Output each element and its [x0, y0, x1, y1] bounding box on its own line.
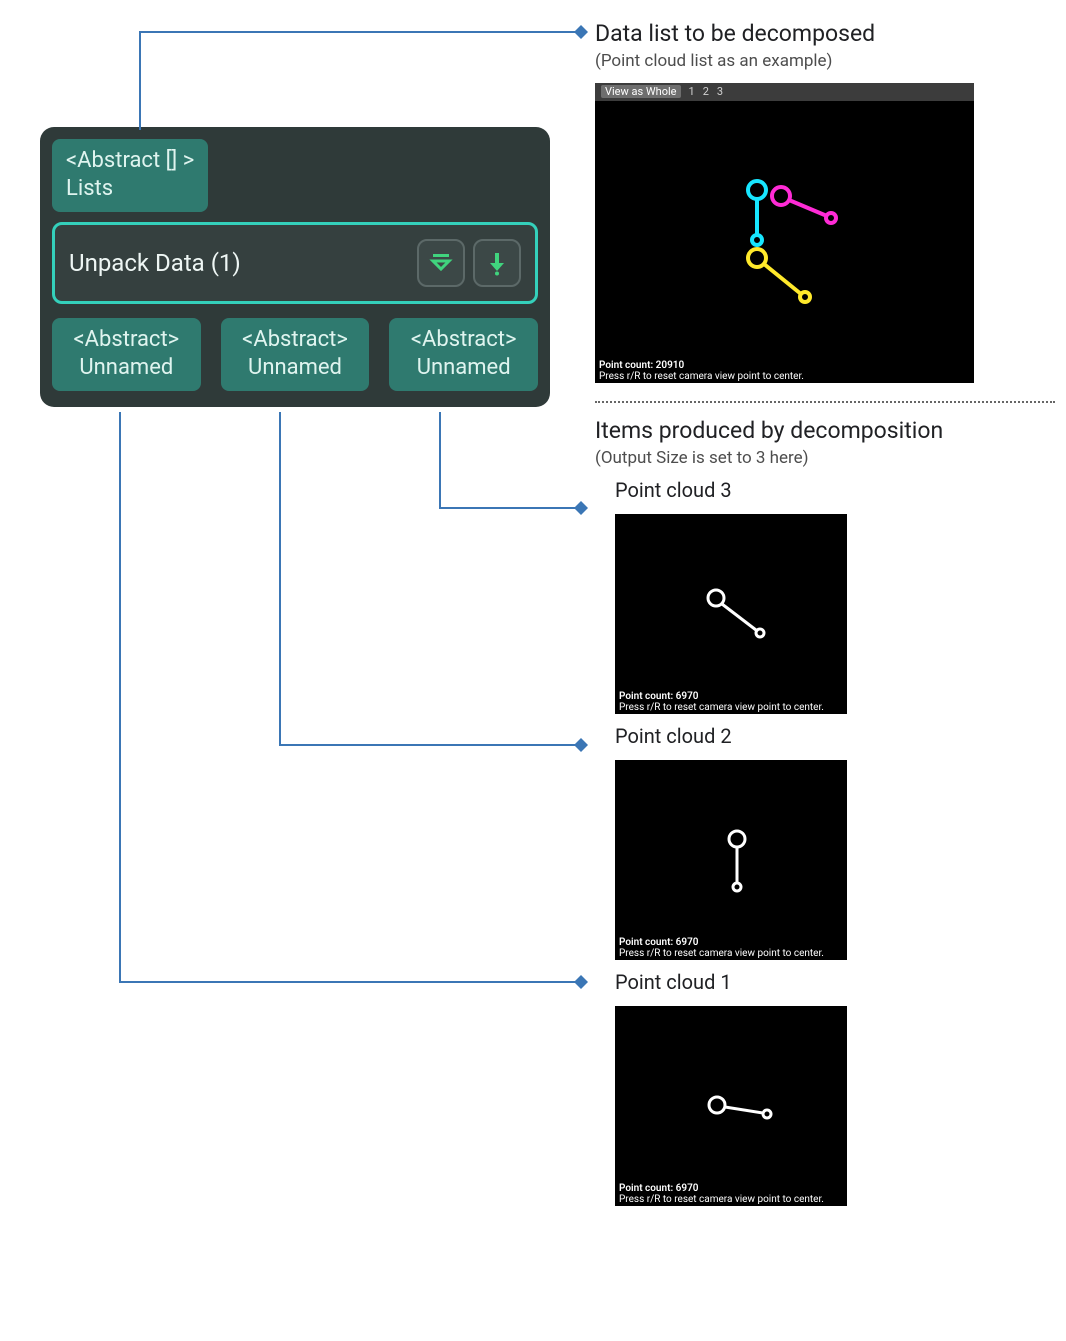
unpack-node: <Abstract [] > Lists Unpack Data (1)	[40, 127, 550, 407]
viewer-canvas-pc3[interactable]	[615, 514, 847, 690]
wrench-icon	[715, 825, 765, 905]
viewer-tabs: View as Whole 1 2 3	[595, 83, 974, 101]
viewer-footer-pc3: Point count: 6970 Press r/R to reset cam…	[615, 690, 847, 714]
pointcloud-viewer-pc3[interactable]: Point count: 6970 Press r/R to reset cam…	[615, 514, 847, 714]
pointcloud-viewer-main[interactable]: View as Whole 1 2 3	[595, 83, 974, 383]
point-count-text: Point count: 6970	[619, 691, 843, 703]
output-port-type: <Abstract>	[231, 326, 360, 354]
output-port-type: <Abstract>	[62, 326, 191, 354]
reorder-button[interactable]	[417, 239, 465, 287]
output-port-2[interactable]: <Abstract> Unnamed	[389, 318, 538, 391]
input-port-type: <Abstract [] >	[66, 147, 194, 175]
output-ports: <Abstract> Unnamed <Abstract> Unnamed <A…	[52, 318, 538, 391]
reset-hint: Press r/R to reset camera view point to …	[599, 371, 970, 383]
input-port[interactable]: <Abstract [] > Lists	[52, 139, 208, 212]
pointcloud-viewer-pc2[interactable]: Point count: 6970 Press r/R to reset cam…	[615, 760, 847, 960]
item-label-pc1: Point cloud 1	[615, 970, 1050, 994]
viewer-footer: Point count: 20910 Press r/R to reset ca…	[595, 359, 974, 383]
reset-hint: Press r/R to reset camera view point to …	[619, 702, 843, 714]
output-port-name: Unnamed	[399, 354, 528, 382]
wrench-glyphs-icon	[715, 176, 875, 316]
node-title-row: Unpack Data (1)	[52, 222, 538, 304]
reorder-icon	[428, 250, 454, 276]
tab-2[interactable]: 2	[703, 85, 709, 98]
item-label-pc2: Point cloud 2	[615, 724, 1050, 748]
viewer-canvas[interactable]	[595, 101, 974, 359]
outputs-annotation-sub: (Output Size is set to 3 here)	[595, 448, 1050, 468]
tab-1[interactable]: 1	[689, 85, 695, 98]
point-count-text: Point count: 20910	[599, 360, 970, 372]
reset-hint: Press r/R to reset camera view point to …	[619, 1194, 843, 1206]
viewer-canvas-pc1[interactable]	[615, 1006, 847, 1182]
viewer-footer-pc1: Point count: 6970 Press r/R to reset cam…	[615, 1182, 847, 1206]
point-count-text: Point count: 6970	[619, 937, 843, 949]
node-icons	[417, 239, 521, 287]
wrench-icon	[703, 1091, 793, 1131]
point-count-text: Point count: 6970	[619, 1183, 843, 1195]
outputs-annotation-title: Items produced by decomposition	[595, 417, 1050, 446]
item-label-pc3: Point cloud 3	[615, 478, 1050, 502]
viewer-canvas-pc2[interactable]	[615, 760, 847, 936]
tab-3[interactable]: 3	[717, 85, 723, 98]
input-annotation-sub: (Point cloud list as an example)	[595, 51, 1050, 71]
output-port-name: Unnamed	[62, 354, 191, 382]
node-title: Unpack Data (1)	[69, 249, 241, 277]
reset-hint: Press r/R to reset camera view point to …	[619, 948, 843, 960]
viewer-footer-pc2: Point count: 6970 Press r/R to reset cam…	[615, 936, 847, 960]
arrow-down-icon	[484, 250, 510, 276]
section-divider	[595, 401, 1055, 403]
pointcloud-viewer-pc1[interactable]: Point count: 6970 Press r/R to reset cam…	[615, 1006, 847, 1206]
output-port-0[interactable]: <Abstract> Unnamed	[52, 318, 201, 391]
down-button[interactable]	[473, 239, 521, 287]
input-port-name: Lists	[66, 175, 194, 203]
output-port-type: <Abstract>	[399, 326, 528, 354]
wrench-icon	[700, 584, 790, 654]
right-column: Data list to be decomposed (Point cloud …	[595, 20, 1050, 1206]
tab-whole[interactable]: View as Whole	[601, 85, 681, 98]
input-annotation-title: Data list to be decomposed	[595, 20, 1050, 49]
output-port-1[interactable]: <Abstract> Unnamed	[221, 318, 370, 391]
output-port-name: Unnamed	[231, 354, 360, 382]
